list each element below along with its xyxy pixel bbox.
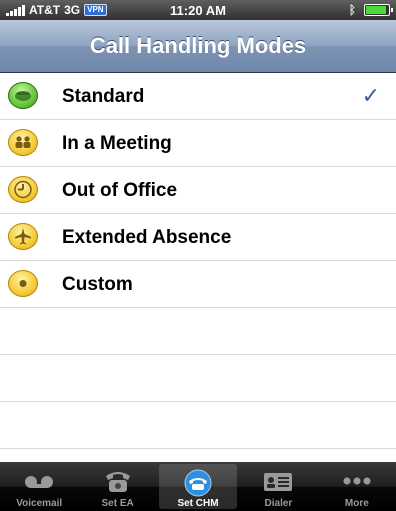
empty-row (0, 355, 396, 402)
set-ea-phone-icon (98, 466, 138, 501)
custom-dot-icon (8, 270, 38, 297)
mode-list: Standard ✓ In a Meeting Out of Office Ex… (0, 73, 396, 449)
tab-voicemail[interactable]: Voicemail (0, 462, 78, 511)
mode-row-extended-absence[interactable]: Extended Absence (0, 214, 396, 261)
tab-label: Voicemail (16, 498, 63, 509)
mode-label: Extended Absence (62, 227, 232, 248)
status-right: ᛒ (348, 3, 393, 17)
clock-icon (8, 176, 38, 203)
battery-icon (364, 4, 393, 16)
meeting-people-icon (8, 129, 38, 156)
mode-label: Out of Office (62, 180, 178, 201)
empty-row (0, 308, 396, 355)
more-dots-icon (337, 466, 377, 501)
voicemail-icon (19, 466, 59, 501)
tab-set-ea[interactable]: Set EA (78, 462, 156, 511)
mode-label: Custom (62, 274, 133, 295)
phone-icon (8, 82, 38, 109)
tab-label: More (344, 498, 369, 509)
tab-set-chm[interactable]: Set CHM (158, 464, 238, 509)
mode-label: In a Meeting (62, 133, 172, 154)
status-bar: AT&T 3G VPN 11:20 AM ᛒ (0, 0, 396, 20)
navigation-bar: Call Handling Modes (0, 20, 396, 73)
tab-label: Dialer (264, 498, 293, 509)
mode-row-out-of-office[interactable]: Out of Office (0, 167, 396, 214)
mode-row-standard[interactable]: Standard ✓ (0, 73, 396, 120)
tab-dialer[interactable]: Dialer (239, 462, 317, 511)
tab-label: Set CHM (177, 498, 219, 509)
tab-label: Set EA (101, 498, 134, 509)
airplane-icon (8, 223, 38, 250)
mode-row-custom[interactable]: Custom (0, 261, 396, 308)
mode-label: Standard (62, 86, 145, 107)
status-time: 11:20 AM (170, 3, 226, 18)
bluetooth-icon: ᛒ (348, 3, 356, 17)
dialer-card-icon (258, 466, 298, 501)
empty-row (0, 402, 396, 449)
tab-more[interactable]: More (318, 462, 396, 511)
page-title: Call Handling Modes (89, 33, 307, 58)
checkmark-icon: ✓ (361, 83, 380, 108)
mode-row-in-a-meeting[interactable]: In a Meeting (0, 120, 396, 167)
tab-bar: Voicemail Set EA Set CHM Dialer More (0, 462, 396, 511)
